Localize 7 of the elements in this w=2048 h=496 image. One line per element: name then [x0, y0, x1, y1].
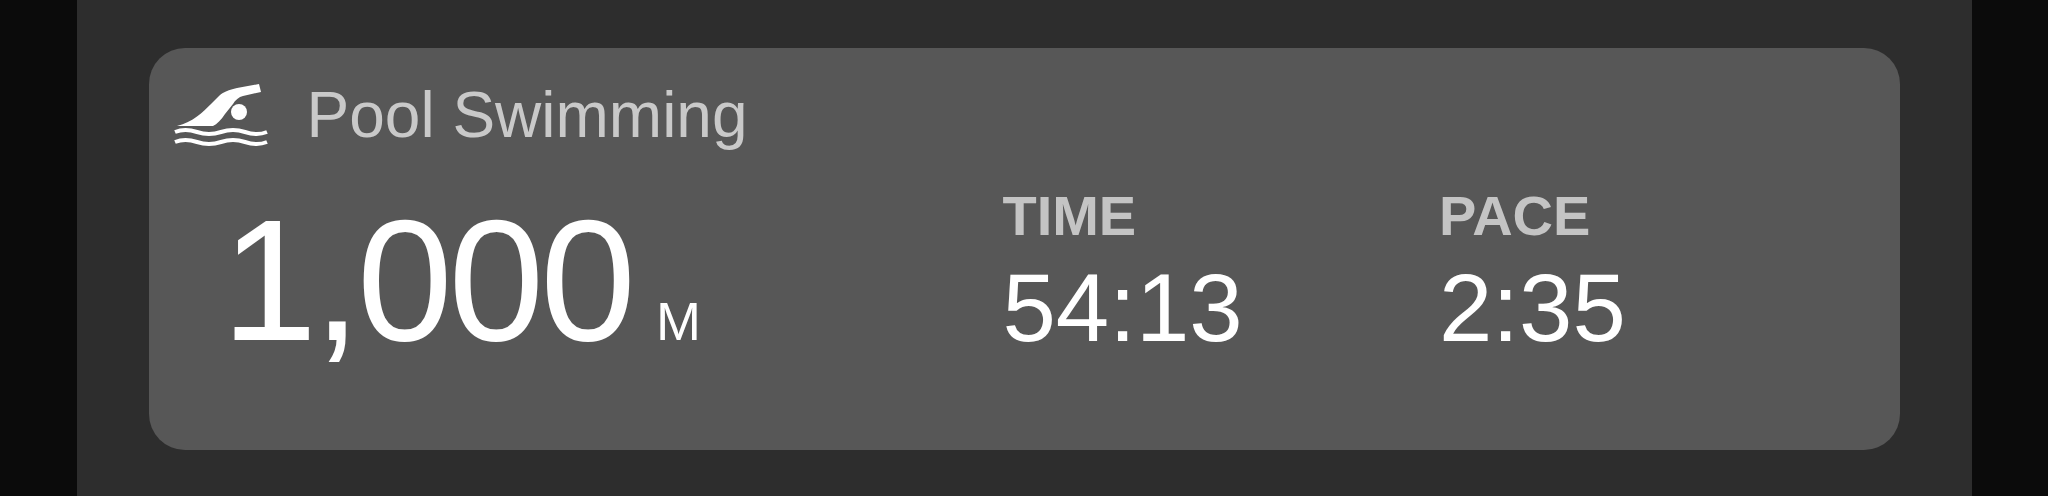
swimmer-icon — [172, 82, 269, 148]
distance-unit: M — [655, 294, 701, 348]
stat-label: TIME — [1002, 188, 1138, 244]
stat-value: 2:35 — [1438, 260, 1627, 356]
stat-label: PACE — [1438, 188, 1592, 244]
distance-value: 1,000 — [221, 194, 632, 366]
stat-value: 54:13 — [1002, 260, 1244, 356]
